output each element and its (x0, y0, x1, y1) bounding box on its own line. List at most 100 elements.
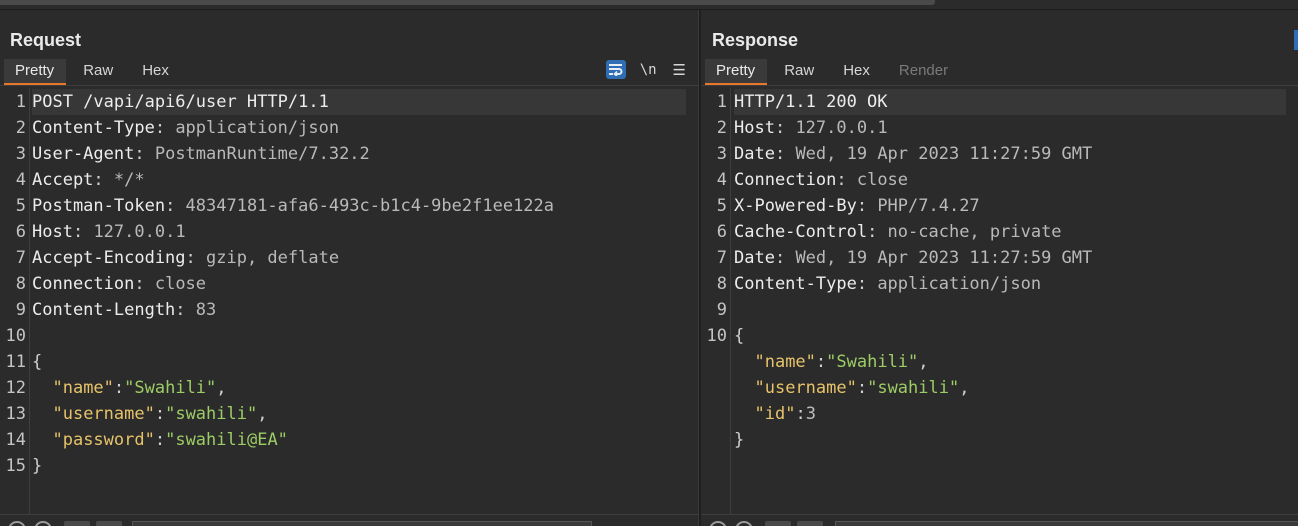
line-number: 15 (5, 456, 26, 476)
response-line: 3 Date: Wed, 19 Apr 2023 11:27:59 GMT (701, 141, 1298, 167)
settings-gear-icon[interactable] (34, 521, 52, 526)
token-hval: PostmanRuntime/7.32.2 (154, 144, 370, 164)
response-line: 9 (701, 297, 1298, 323)
response-search-input[interactable] (835, 521, 1298, 526)
wrap-lines-icon[interactable] (605, 60, 626, 79)
token-jkey: "username" (52, 404, 155, 424)
scrollbar-thumb[interactable] (0, 0, 935, 5)
code-text: Date: Wed, 19 Apr 2023 11:27:59 GMT (734, 245, 1286, 271)
token-punc: : (175, 300, 196, 320)
token-punc: : (134, 144, 155, 164)
request-line: 13 "username":"swahili", (0, 401, 698, 427)
search-prev-button[interactable] (765, 521, 791, 526)
code-text: "name":"Swahili", (734, 349, 1286, 375)
search-prev-button[interactable] (64, 521, 90, 526)
code-text: } (32, 453, 686, 479)
token-punc: : (774, 248, 796, 268)
token-hname: Connection (734, 170, 837, 190)
token-hname: Date (734, 144, 775, 164)
code-text: Accept-Encoding: gzip, deflate (32, 245, 686, 271)
request-line: 8 Connection: close (0, 271, 698, 297)
code-text: Content-Length: 83 (32, 297, 686, 323)
code-text: "username":"swahili", (734, 375, 1286, 401)
token-punc: : (795, 404, 806, 424)
response-tab-pretty[interactable]: Pretty (705, 59, 768, 85)
token-punc: } (32, 456, 43, 476)
line-number: 5 (15, 196, 26, 216)
token-hname: Accept-Encoding (32, 248, 186, 268)
request-tab-hex[interactable]: Hex (131, 59, 181, 82)
line-number: 9 (15, 300, 26, 320)
token-hval: gzip, deflate (206, 248, 340, 268)
code-text: "id":3 (734, 401, 1286, 427)
token-punc: : (856, 378, 868, 398)
request-tab-raw[interactable]: Raw (72, 59, 125, 82)
settings-gear-icon[interactable] (735, 521, 753, 526)
token-punc (734, 404, 754, 424)
line-number: 2 (15, 118, 26, 138)
token-punc: : (856, 196, 878, 216)
line-number: 7 (15, 248, 26, 268)
response-line: 7 Date: Wed, 19 Apr 2023 11:27:59 GMT (701, 245, 1298, 271)
line-number: 8 (716, 274, 727, 294)
token-hname: Postman-Token (32, 196, 166, 216)
request-line: 1 POST /vapi/api6/user HTTP/1.1 (0, 89, 698, 115)
response-editor[interactable]: 1 HTTP/1.1 200 OK 2 Host: 127.0.0.1 3 Date: W… (701, 88, 1298, 514)
token-jkey: "name" (754, 352, 816, 372)
response-line: 10 { (701, 323, 1298, 349)
token-hname: Content-Length (32, 300, 176, 320)
token-hname: X-Powered-By (734, 196, 857, 216)
token-jstr: "Swahili" (826, 352, 919, 372)
search-next-button[interactable] (96, 521, 122, 526)
token-jstr: "swahili" (165, 404, 258, 424)
response-title: Response (712, 30, 799, 50)
token-hname: Cache-Control (734, 222, 868, 242)
line-number: 9 (716, 300, 727, 320)
help-icon[interactable] (8, 521, 26, 526)
top-scrollbar[interactable] (0, 0, 1298, 10)
token-hval: close (154, 274, 207, 294)
token-punc: : (774, 118, 796, 138)
show-newlines-button[interactable]: \n (640, 62, 657, 78)
response-line: 5 X-Powered-By: PHP/7.4.27 (701, 193, 1298, 219)
token-hval: 127.0.0.1 (795, 118, 888, 138)
token-punc: } (734, 430, 745, 450)
response-line: "id":3 (701, 401, 1298, 427)
line-number: 1 (15, 92, 26, 112)
line-number: 4 (716, 170, 727, 190)
line-number: 7 (716, 248, 727, 268)
token-punc: : (72, 222, 94, 242)
token-hval: 48347181-afa6-493c-b1c4-9be2f1ee122a (185, 196, 555, 216)
search-next-button[interactable] (797, 521, 823, 526)
request-search-input[interactable] (132, 521, 592, 526)
token-punc (32, 378, 52, 398)
line-number: 14 (5, 430, 26, 450)
token-hname: Content-Type (734, 274, 857, 294)
code-text: Connection: close (734, 167, 1286, 193)
token-punc: : (856, 274, 878, 294)
token-punc: : (154, 404, 166, 424)
response-tab-hex[interactable]: Hex (832, 59, 882, 82)
request-line: 14 "password":"swahili@EA" (0, 427, 698, 453)
request-tab-pretty[interactable]: Pretty (4, 59, 67, 85)
response-pane: Response Pretty Raw Hex Render 1 HTTP/1.1… (701, 10, 1298, 526)
token-punc: { (734, 326, 745, 346)
response-line: 1 HTTP/1.1 200 OK (701, 89, 1298, 115)
line-number: 3 (716, 144, 727, 164)
token-hname: Host (32, 222, 73, 242)
token-hval: 83 (195, 300, 217, 320)
help-icon[interactable] (709, 521, 727, 526)
request-editor[interactable]: 1 POST /vapi/api6/user HTTP/1.1 2 Content-T… (0, 88, 698, 514)
response-line: 8 Content-Type: application/json (701, 271, 1298, 297)
token-hval: no-cache, private (887, 222, 1062, 242)
token-hval: PHP/7.4.27 (877, 196, 980, 216)
token-hval: Wed, 19 Apr 2023 11:27:59 GMT (795, 248, 1093, 268)
response-tab-render[interactable]: Render (888, 59, 960, 82)
code-text: Content-Type: application/json (32, 115, 686, 141)
response-tab-raw[interactable]: Raw (773, 59, 826, 82)
token-hname: Host (734, 118, 775, 138)
hamburger-menu-icon[interactable]: ☰ (673, 61, 686, 79)
inspector-toggle[interactable] (1294, 30, 1298, 50)
code-text: Postman-Token: 48347181-afa6-493c-b1c4-9… (32, 193, 686, 219)
